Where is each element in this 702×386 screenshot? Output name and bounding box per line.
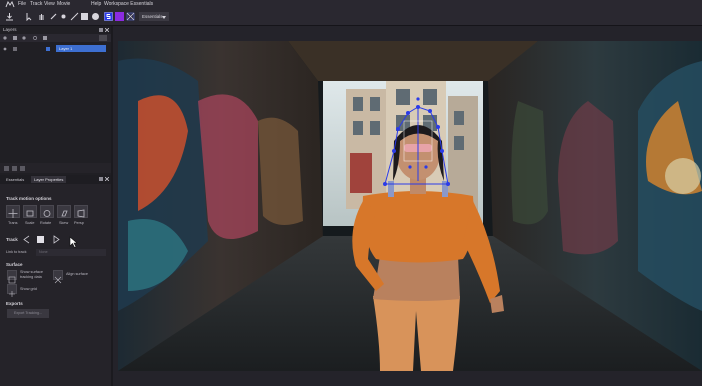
layers-panel-header: Layers [0,26,111,34]
mouse-cursor-icon [69,236,78,248]
scale-button[interactable] [23,205,37,218]
scale-label: Scale [25,221,35,225]
visibility-icon[interactable] [3,36,7,40]
add-layer-icon[interactable] [4,166,9,171]
trans-label: Trans [8,221,18,225]
video-frame[interactable] [118,41,702,371]
stop-button[interactable] [37,236,44,243]
show-grid-label: Show grid [20,287,37,291]
matte-icon[interactable] [33,36,37,40]
align-icon [54,276,62,284]
move-icon [8,209,18,218]
menu-file[interactable]: File [18,0,26,9]
tab-essentials[interactable]: Essentials [3,176,27,183]
scale-icon [26,210,34,217]
color-swatch-icon[interactable] [115,12,124,21]
box-icon[interactable] [80,12,89,21]
chevron-down-icon [162,16,166,19]
menu-track[interactable]: Track [30,0,42,9]
pen-icon[interactable] [49,12,58,21]
rotate-button[interactable] [40,205,54,218]
export-tracking-button[interactable]: Export Tracking... [7,309,49,318]
transform-tool-icon[interactable] [70,12,79,21]
mocha-logo-icon[interactable] [5,1,15,8]
layer-color-icon [46,46,50,51]
align-surface-label: Align surface [66,272,88,276]
surface-title: Surface [6,262,23,267]
spline-icon[interactable] [59,12,68,21]
lock-icon[interactable] [13,46,17,51]
track-forward-icon[interactable] [52,235,61,244]
menu-view[interactable]: View [44,0,55,9]
layer-row[interactable]: Layer 1 [0,45,111,52]
menu-movie[interactable]: Movie [57,0,70,9]
color-icon[interactable] [43,36,47,40]
perspective-icon [77,209,85,218]
show-grid-button[interactable] [7,284,17,297]
menu-workspace[interactable]: Workspace Essentials [104,0,153,9]
trans-button[interactable] [6,205,20,218]
exports-title: Exports [6,301,23,306]
surface-icon [8,276,16,284]
lock-icon[interactable] [13,36,17,40]
link-to-track-value: None [39,250,48,254]
toolbar: Essentials [0,9,702,26]
track-label: Track [6,237,18,242]
skew-button[interactable] [57,205,71,218]
close-icon[interactable] [105,177,109,181]
layers-toolbar [0,34,111,42]
menu-bar: File Track View Movie Help Workspace Ess… [0,0,702,9]
eye-icon[interactable] [3,47,7,51]
track-motion-title: Track motion options [6,196,52,201]
panel-tabs: Essentials Layer Properties [0,175,111,184]
menu-help[interactable]: Help [91,0,101,9]
delete-layer-icon[interactable] [20,166,25,171]
link-to-track-label: Link to track [6,250,27,254]
align-surface-button[interactable] [53,270,63,284]
export-tracking-label: Export Tracking... [14,311,42,315]
select-icon[interactable] [25,12,34,21]
panel-pin-icon[interactable] [99,28,103,32]
show-surface-button[interactable] [7,270,17,284]
layer-name[interactable]: Layer 1 [56,45,106,52]
rotate-icon [43,210,51,217]
grid-icon [9,291,15,297]
ellipse-icon[interactable] [91,12,100,21]
layer-list: Layer 1 [0,42,111,179]
track-backward-icon[interactable] [22,235,31,244]
viewer-panel [113,26,702,386]
duplicate-layer-icon[interactable] [12,166,17,171]
close-icon[interactable] [105,28,109,32]
link-to-track-select[interactable]: None [36,249,106,256]
layer-bottom-bar [0,163,111,173]
cog-icon[interactable] [22,36,26,40]
alley-scene-image [118,41,702,371]
s-icon[interactable] [104,12,113,21]
panel-pin-icon[interactable] [99,177,103,181]
show-surface-label: Show surface tracking data [20,270,44,279]
skew-icon [61,210,68,217]
persp-button[interactable] [74,205,88,218]
persp-label: Persp [74,221,84,225]
transform-icon[interactable] [126,12,135,21]
skew-label: Skew [59,221,69,225]
save-icon[interactable] [5,12,14,21]
tab-layer-properties[interactable]: Layer Properties [31,176,67,183]
hand-icon[interactable] [37,12,46,21]
layers-panel-title: Layers [3,27,17,32]
rotate-label: Rotate [40,221,52,225]
layers-option-button[interactable] [99,35,107,41]
